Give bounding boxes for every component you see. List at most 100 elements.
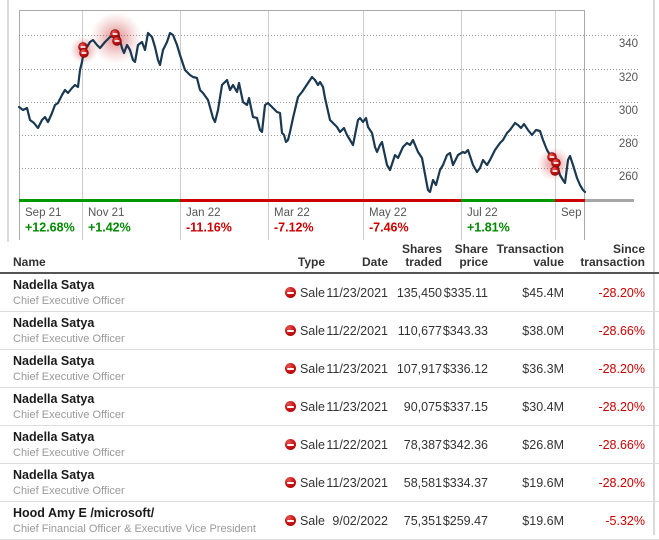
- transaction-value: $26.8M: [494, 438, 564, 452]
- insider-title: Chief Executive Officer: [13, 409, 278, 421]
- insider-name[interactable]: Nadella Satya: [13, 317, 278, 330]
- sale-minus-icon: [285, 401, 296, 412]
- sale-minus-icon: [285, 325, 296, 336]
- table-row: Nadella Satya Chief Executive Officer Sa…: [0, 350, 659, 388]
- y-axis-tick-label: 300: [619, 105, 638, 117]
- share-price: $335.11: [432, 286, 488, 300]
- insider-name[interactable]: Nadella Satya: [13, 393, 278, 406]
- insider-title: Chief Executive Officer: [13, 371, 278, 383]
- transaction-date: 11/23/2021: [318, 286, 388, 300]
- sale-minus-icon: [285, 515, 296, 526]
- period-return-label: +12.68%: [25, 221, 75, 235]
- table-row: Hood Amy E /microsoft/ Chief Financial O…: [0, 502, 659, 540]
- transaction-type: Sale: [255, 476, 325, 490]
- period-return-label: +1.42%: [88, 221, 131, 235]
- transaction-type: Sale: [255, 438, 325, 452]
- transaction-value: $36.3M: [494, 362, 564, 376]
- insider-title: Chief Executive Officer: [13, 447, 278, 459]
- name-cell: Nadella Satya Chief Executive Officer: [13, 317, 278, 345]
- y-axis-tick-label: 260: [619, 171, 638, 183]
- insider-title: Chief Executive Officer: [13, 333, 278, 345]
- header-transaction-value: Transaction value: [494, 243, 564, 269]
- share-price: $343.33: [432, 324, 488, 338]
- transaction-type: Sale: [255, 400, 325, 414]
- transaction-value: $38.0M: [494, 324, 564, 338]
- since-transaction: -28.20%: [565, 476, 645, 490]
- sale-minus-icon: [285, 363, 296, 374]
- insider-trading-widget: { "chart_data": { "type": "line", "title…: [0, 0, 659, 535]
- transaction-type: Sale: [255, 286, 325, 300]
- transaction-value: $30.4M: [494, 400, 564, 414]
- trend-strip-segment: [19, 199, 82, 202]
- period-return-label: +1.81%: [467, 221, 510, 235]
- trend-strip-future: [585, 199, 634, 202]
- share-price: $259.47: [432, 514, 488, 528]
- share-price: $342.36: [432, 438, 488, 452]
- period-return-label: -7.12%: [274, 221, 314, 235]
- insider-title: Chief Financial Officer & Executive Vice…: [13, 523, 278, 535]
- table-row: Nadella Satya Chief Executive Officer Sa…: [0, 312, 659, 350]
- since-transaction: -28.66%: [565, 438, 645, 452]
- x-axis-month-label: Jan 22: [186, 207, 221, 219]
- insider-name[interactable]: Nadella Satya: [13, 469, 278, 482]
- x-axis-month-label: Jul 22: [467, 207, 498, 219]
- header-date: Date: [318, 256, 388, 269]
- since-transaction: -28.20%: [565, 286, 645, 300]
- name-cell: Nadella Satya Chief Executive Officer: [13, 469, 278, 497]
- transactions-table: Name Type Date Shares traded Share price…: [0, 243, 659, 540]
- table-row: Nadella Satya Chief Executive Officer Sa…: [0, 274, 659, 312]
- transaction-date: 11/23/2021: [318, 362, 388, 376]
- insider-name[interactable]: Nadella Satya: [13, 431, 278, 444]
- transaction-date: 9/02/2022: [318, 514, 388, 528]
- transaction-date: 11/22/2021: [318, 324, 388, 338]
- minus-icon: [114, 40, 119, 42]
- x-axis-month-label: Mar 22: [274, 207, 310, 219]
- name-cell: Nadella Satya Chief Executive Officer: [13, 355, 278, 383]
- trend-strip-segment: [555, 199, 585, 202]
- minus-icon: [80, 46, 85, 48]
- x-axis-month-label: Sep 21: [25, 207, 61, 219]
- name-cell: Nadella Satya Chief Executive Officer: [13, 279, 278, 307]
- name-cell: Nadella Satya Chief Executive Officer: [13, 393, 278, 421]
- transaction-type: Sale: [255, 514, 325, 528]
- header-since-transaction: Since transaction: [565, 243, 645, 269]
- y-axis-tick-label: 280: [619, 138, 638, 150]
- transaction-date: 11/23/2021: [318, 400, 388, 414]
- transaction-type: Sale: [255, 362, 325, 376]
- trend-strip-segment: [268, 199, 363, 202]
- period-return-label: -7.46%: [369, 221, 409, 235]
- period-return-label: -11.16%: [186, 221, 232, 235]
- transaction-value: $19.6M: [494, 514, 564, 528]
- insider-title: Chief Executive Officer: [13, 295, 278, 307]
- insider-name[interactable]: Hood Amy E /microsoft/: [13, 507, 278, 520]
- trend-strip-segment: [461, 199, 555, 202]
- transaction-value: $45.4M: [494, 286, 564, 300]
- minus-icon: [81, 52, 86, 54]
- minus-icon: [549, 156, 554, 158]
- table-row: Nadella Satya Chief Executive Officer Sa…: [0, 426, 659, 464]
- minus-icon: [112, 33, 117, 35]
- transaction-type: Sale: [255, 324, 325, 338]
- table-row: Nadella Satya Chief Executive Officer Sa…: [0, 464, 659, 502]
- transaction-value: $19.6M: [494, 476, 564, 490]
- table-header-row: Name Type Date Shares traded Share price…: [0, 243, 659, 274]
- insider-name[interactable]: Nadella Satya: [13, 355, 278, 368]
- price-chart[interactable]: 340320300280260Sep 21+12.68%Nov 21+1.42%…: [0, 0, 659, 242]
- x-axis-month-label: Sep: [561, 207, 581, 219]
- insider-title: Chief Executive Officer: [13, 485, 278, 497]
- transaction-date: 11/22/2021: [318, 438, 388, 452]
- trend-strip-segment: [82, 199, 180, 202]
- minus-icon: [553, 162, 558, 164]
- x-axis-month-label: May 22: [369, 207, 407, 219]
- header-share-price: Share price: [432, 243, 488, 269]
- insider-name[interactable]: Nadella Satya: [13, 279, 278, 292]
- name-cell: Nadella Satya Chief Executive Officer: [13, 431, 278, 459]
- since-transaction: -28.20%: [565, 400, 645, 414]
- minus-icon: [552, 170, 557, 172]
- sale-minus-icon: [285, 439, 296, 450]
- sale-minus-icon: [285, 287, 296, 298]
- share-price: $334.37: [432, 476, 488, 490]
- y-axis-tick-label: 320: [619, 72, 638, 84]
- name-cell: Hood Amy E /microsoft/ Chief Financial O…: [13, 507, 278, 535]
- since-transaction: -5.32%: [565, 514, 645, 528]
